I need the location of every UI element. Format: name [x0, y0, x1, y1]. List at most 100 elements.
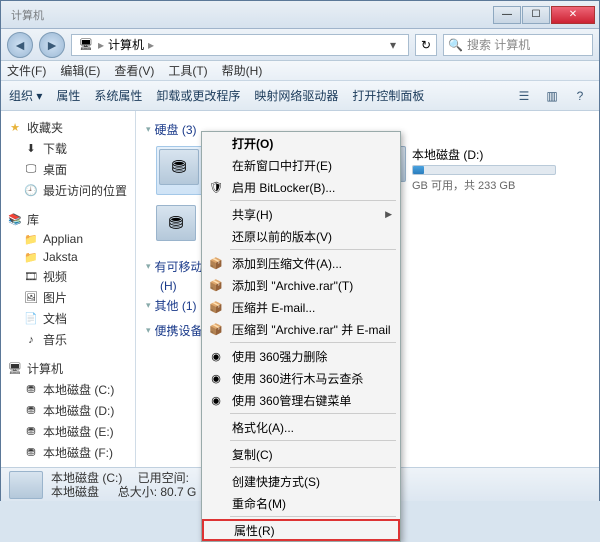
chevron-right-icon: ▸	[98, 38, 104, 52]
favorites-group[interactable]: ★收藏夹	[3, 117, 133, 138]
sidebar-item-downloads[interactable]: ⬇下载	[3, 138, 133, 159]
desktop-icon: 🖵	[23, 163, 39, 177]
separator	[230, 440, 396, 441]
ctx-properties[interactable]: 属性(R)	[202, 519, 400, 541]
ctx-format[interactable]: 格式化(A)...	[202, 416, 400, 438]
preview-pane-button[interactable]: ▥	[541, 86, 563, 106]
explorer-window: 计算机 — ☐ ✕ ◄ ► 🖥 ▸ 计算机 ▸ ▾ ↻ 🔍 搜索 计算机 文件(…	[0, 0, 600, 501]
360-icon: ◉	[208, 348, 224, 364]
view-mode-button[interactable]: ☰	[513, 86, 535, 106]
ctx-360-trojan[interactable]: ◉使用 360进行木马云查杀	[202, 367, 400, 389]
control-panel-button[interactable]: 打开控制面板	[352, 87, 424, 104]
ctx-zip-email[interactable]: 📦压缩并 E-mail...	[202, 296, 400, 318]
computer-icon: 🖥	[7, 362, 23, 376]
sidebar-item-music[interactable]: ♪音乐	[3, 329, 133, 350]
sidebar-item-jaksta[interactable]: 📁Jaksta	[3, 248, 133, 266]
drive-label: 本地磁盘 (D:)	[412, 146, 556, 163]
libraries-group[interactable]: 📚库	[3, 209, 133, 230]
separator	[230, 342, 396, 343]
download-icon: ⬇	[23, 142, 39, 156]
collapse-icon: ▾	[146, 300, 151, 311]
minimize-button[interactable]: —	[493, 6, 521, 24]
collapse-icon: ▾	[146, 325, 151, 336]
refresh-button[interactable]: ↻	[415, 34, 437, 56]
music-icon: ♪	[23, 333, 39, 347]
menu-view[interactable]: 查看(V)	[114, 62, 154, 79]
sidebar-item-drive-f[interactable]: ⛃本地磁盘 (F:)	[3, 442, 133, 463]
sidebar-item-recent[interactable]: 🕘最近访问的位置	[3, 180, 133, 201]
sidebar-item-drive-e[interactable]: ⛃本地磁盘 (E:)	[3, 421, 133, 442]
menu-tools[interactable]: 工具(T)	[168, 62, 207, 79]
drive-icon: ⛃	[156, 205, 196, 241]
uninstall-button[interactable]: 卸载或更改程序	[156, 87, 240, 104]
status-total: 总大小: 80.7 G	[118, 485, 197, 499]
menu-edit[interactable]: 编辑(E)	[60, 62, 100, 79]
sidebar-item-drive-c[interactable]: ⛃本地磁盘 (C:)	[3, 379, 133, 400]
ctx-share[interactable]: 共享(H)▶	[202, 203, 400, 225]
sidebar-item-documents[interactable]: 📄文档	[3, 308, 133, 329]
drive-icon: ⛃	[23, 383, 39, 397]
ctx-restore-versions[interactable]: 还原以前的版本(V)	[202, 225, 400, 247]
separator	[230, 467, 396, 468]
search-input[interactable]: 🔍 搜索 计算机	[443, 34, 593, 56]
ctx-create-shortcut[interactable]: 创建快捷方式(S)	[202, 470, 400, 492]
ctx-open-new-window[interactable]: 在新窗口中打开(E)	[202, 154, 400, 176]
menu-help[interactable]: 帮助(H)	[222, 62, 263, 79]
context-menu: 打开(O) 在新窗口中打开(E) 🛡启用 BitLocker(B)... 共享(…	[201, 131, 401, 542]
help-button[interactable]: ?	[569, 86, 591, 106]
ctx-copy[interactable]: 复制(C)	[202, 443, 400, 465]
picture-icon: 🖼	[23, 291, 39, 305]
menu-bar: 文件(F) 编辑(E) 查看(V) 工具(T) 帮助(H)	[1, 61, 599, 81]
sidebar-item-desktop[interactable]: 🖵桌面	[3, 159, 133, 180]
shield-icon: 🛡	[208, 179, 224, 195]
star-icon: ★	[7, 121, 23, 135]
window-title: 计算机	[11, 7, 493, 23]
close-button[interactable]: ✕	[551, 6, 595, 24]
separator	[230, 413, 396, 414]
computer-group[interactable]: 🖥计算机	[3, 358, 133, 379]
forward-button[interactable]: ►	[39, 32, 65, 58]
drive-subtext: GB 可用，共 233 GB	[412, 177, 556, 193]
ctx-zip-rar-email[interactable]: 📦压缩到 "Archive.rar" 并 E-mail	[202, 318, 400, 340]
folder-icon: 📁	[23, 250, 39, 264]
map-drive-button[interactable]: 映射网络驱动器	[254, 87, 338, 104]
recent-icon: 🕘	[23, 184, 39, 198]
search-icon: 🔍	[448, 38, 463, 52]
ctx-360-menu[interactable]: ◉使用 360管理右键菜单	[202, 389, 400, 411]
ctx-bitlocker[interactable]: 🛡启用 BitLocker(B)...	[202, 176, 400, 198]
back-button[interactable]: ◄	[7, 32, 33, 58]
collapse-icon: ▾	[146, 124, 151, 135]
submenu-arrow-icon: ▶	[385, 209, 392, 220]
properties-button[interactable]: 属性	[56, 87, 80, 104]
organize-button[interactable]: 组织 ▾	[9, 87, 42, 104]
archive-icon: 📦	[208, 255, 224, 271]
breadcrumb[interactable]: 🖥 ▸ 计算机 ▸ ▾	[71, 34, 409, 56]
360-icon: ◉	[208, 370, 224, 386]
ctx-add-archive[interactable]: 📦添加到压缩文件(A)...	[202, 252, 400, 274]
archive-icon: 📦	[208, 321, 224, 337]
separator	[230, 249, 396, 250]
drive-icon: ⛃	[23, 404, 39, 418]
document-icon: 📄	[23, 312, 39, 326]
ctx-360-delete[interactable]: ◉使用 360强力删除	[202, 345, 400, 367]
cd-icon: ◉	[23, 467, 39, 468]
sidebar-item-videos[interactable]: 🎞视频	[3, 266, 133, 287]
dropdown-icon[interactable]: ▾	[384, 38, 402, 52]
archive-icon: 📦	[208, 299, 224, 315]
collapse-icon: ▾	[146, 261, 151, 272]
ctx-add-rar[interactable]: 📦添加到 "Archive.rar"(T)	[202, 274, 400, 296]
separator	[230, 516, 396, 517]
status-used-label: 已用空间:	[138, 471, 189, 485]
sidebar-item-drive-d[interactable]: ⛃本地磁盘 (D:)	[3, 400, 133, 421]
computer-icon: 🖥	[78, 38, 94, 52]
maximize-button[interactable]: ☐	[522, 6, 550, 24]
sidebar-item-cd[interactable]: ◉CD 驱动器 (H:)	[3, 463, 133, 467]
ctx-rename[interactable]: 重命名(M)	[202, 492, 400, 514]
ctx-open[interactable]: 打开(O)	[202, 132, 400, 154]
sidebar-item-applian[interactable]: 📁Applian	[3, 230, 133, 248]
video-icon: 🎞	[23, 270, 39, 284]
sidebar-item-pictures[interactable]: 🖼图片	[3, 287, 133, 308]
system-properties-button[interactable]: 系统属性	[94, 87, 142, 104]
archive-icon: 📦	[208, 277, 224, 293]
menu-file[interactable]: 文件(F)	[7, 62, 46, 79]
